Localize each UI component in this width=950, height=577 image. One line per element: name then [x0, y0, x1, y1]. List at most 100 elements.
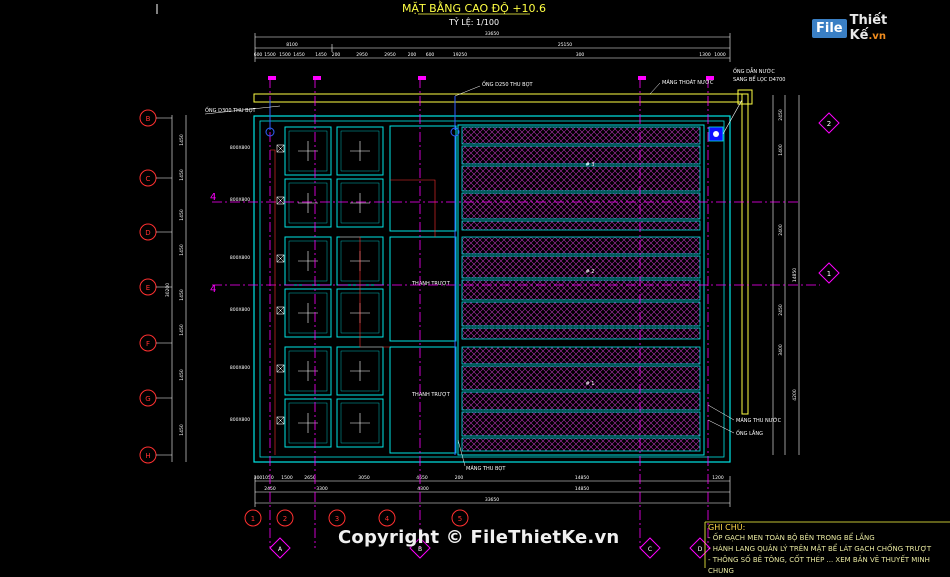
left-dim-total: 30200: [165, 283, 171, 297]
logo-box: File: [812, 18, 847, 38]
top-dim-12: 600: [426, 52, 435, 58]
row-bubble-label-0: B: [146, 115, 151, 123]
callout-drain1: MÁNG THU NƯỚC: [736, 417, 782, 424]
right-dim-3: 2450: [778, 304, 784, 316]
side-marker-label-0: 2: [827, 120, 831, 128]
section-mark-label-2: C: [648, 546, 652, 553]
row-bubble-label-5: G: [145, 395, 150, 403]
tank-cell-0: [461, 126, 701, 145]
tank-cell-11: [461, 365, 701, 391]
side-markers: 21: [818, 112, 840, 284]
bottom-dim-13: 33650: [485, 497, 499, 503]
bottom-dim-5: 4650: [416, 475, 428, 481]
site-logo: File Thiết Kế.vn: [812, 13, 924, 43]
logo-domain: .vn: [868, 31, 886, 42]
col-bubble-label-3: 4: [385, 515, 390, 523]
notes-header: GHI CHÚ:: [708, 523, 746, 532]
note-line-2: - HÀNH LANG QUẢN LÝ TRÊN MẶT BỂ LÁT GẠCH…: [708, 545, 932, 553]
top-dim-5: 1500: [279, 52, 291, 58]
room-label-1: THANH TRƯỢT: [411, 281, 451, 287]
tank-cell-8: [461, 301, 701, 327]
right-dim-5: 4200: [792, 389, 798, 401]
bottom-dim-3: 2650: [304, 475, 316, 481]
right-launder: [741, 93, 749, 415]
notes-block: GHI CHÚ: - ỐP GẠCH MEN TOÀN BỘ BÊN TRONG…: [708, 522, 950, 577]
cad-drawing-canvas: MẶT BẰNG CAO ĐỘ +10.6 TỶ LỆ: 1/100 33650…: [139, 1, 950, 568]
callout-pipe-in: ỐNG DẪN NƯỚC: [733, 67, 775, 75]
left-dim-3: 1450: [179, 244, 185, 256]
note-line-3: - THÔNG SỐ BÊ TÔNG, CỐT THÉP ... XEM BẢN…: [708, 556, 930, 575]
drawing-title: MẶT BẰNG CAO ĐỘ +10.6: [402, 1, 546, 15]
top-dim-16: 1000: [714, 52, 726, 58]
bottom-dim-6: 200: [455, 475, 464, 481]
bottom-dimension-texts: 300 1050 1500 2650 3050 4650 200 14850 1200 2450 3…: [254, 475, 724, 503]
top-dim-4: 1500: [264, 52, 276, 58]
top-dim-1: 8100: [286, 42, 298, 48]
tank-cell-12: [461, 391, 701, 411]
valve-label-1: 800X800: [230, 197, 250, 203]
top-dim-13: 19250: [453, 52, 467, 58]
row-bubble-label-1: C: [146, 175, 151, 183]
bottom-dim-0: 300: [254, 475, 263, 481]
tank-cell-9: [461, 327, 701, 340]
col-bubble-label-4: 5: [458, 515, 462, 523]
tank-cell-4: [461, 220, 701, 231]
pipes: [265, 96, 460, 455]
room-label-2: THANH TRƯỢT: [411, 392, 451, 398]
section-row-labels: 4 4: [210, 192, 216, 295]
bottom-dim-7: 14850: [575, 475, 589, 481]
logo-text: Thiết Kế.vn: [850, 13, 924, 43]
left-dim-2: 1450: [179, 209, 185, 221]
callout-pipe-left: ỐNG D300 THU BỌT: [205, 106, 257, 114]
top-dim-3: 600: [254, 52, 263, 58]
left-dim-7: 1450: [179, 424, 185, 436]
top-dim-14: 300: [576, 52, 585, 58]
drawing-scale: TỶ LỆ: 1/100: [448, 16, 499, 28]
row-bubble-label-2: D: [145, 229, 150, 237]
callout-drain2: ỐNG LẮNG: [736, 429, 763, 437]
top-launder: [253, 93, 743, 103]
col-bubble-label-2: 3: [335, 515, 339, 523]
tank-label-1: # 2: [586, 269, 595, 275]
top-dim-8: 200: [332, 52, 341, 58]
top-dim-10: 2950: [384, 52, 396, 58]
tank-cell-14: [461, 437, 701, 452]
top-dim-11: 200: [408, 52, 417, 58]
top-dim-6: 1450: [293, 52, 305, 58]
bottom-dim-9: 2450: [264, 486, 276, 492]
right-dim-6: 14850: [792, 268, 798, 282]
right-dim-2: 2400: [778, 224, 784, 236]
inlet-pipe-icon: [713, 131, 719, 137]
callout-pipe-in2: SANG BỂ LỌC D4700: [733, 75, 785, 83]
row-label-4b: 4: [210, 284, 216, 295]
left-dimension-texts: 1450 1450 1450 1450 1450 1450 1450 1450 30200: [165, 134, 185, 436]
col-bubble-label-1: 2: [283, 515, 287, 523]
tank-cell-6: [461, 255, 701, 279]
row-bubble-label-3: E: [146, 284, 150, 292]
tank-label-2: # 1: [586, 381, 595, 387]
section-mark-label-3: D: [698, 546, 703, 553]
left-dim-5: 1450: [179, 324, 185, 336]
callout-gutter: MÁNG THU BỌT: [466, 465, 506, 472]
note-line-1: - ỐP GẠCH MEN TOÀN BỘ BÊN TRONG BỂ LẮNG: [708, 534, 875, 542]
valve-label-4: 800X800: [230, 365, 250, 371]
sedimentation-tanks: # 3 # 2 # 1: [457, 124, 705, 456]
tank-cell-7: [461, 279, 701, 301]
bottom-dim-11: 4300: [417, 486, 429, 492]
grid-column-bubbles: 1 2 3 4 5: [244, 509, 469, 527]
tank-cell-13: [461, 411, 701, 437]
bottom-dim-8: 1200: [712, 475, 724, 481]
left-dim-4: 1450: [179, 289, 185, 301]
left-dim-6: 1450: [179, 369, 185, 381]
tank-cell-1: [461, 145, 701, 165]
bottom-dim-12: 14850: [575, 486, 589, 492]
valve-label-0: 800X800: [230, 145, 250, 151]
row-label-4a: 4: [210, 192, 216, 203]
red-pipe-runs: [270, 149, 436, 455]
top-dim-2: 25150: [558, 42, 572, 48]
tank-cell-3: [461, 192, 701, 220]
tank-cell-5: [461, 236, 701, 255]
left-dim-0: 1450: [179, 134, 185, 146]
top-dim-0: 33650: [485, 31, 499, 37]
top-dim-15: 1300: [699, 52, 711, 58]
